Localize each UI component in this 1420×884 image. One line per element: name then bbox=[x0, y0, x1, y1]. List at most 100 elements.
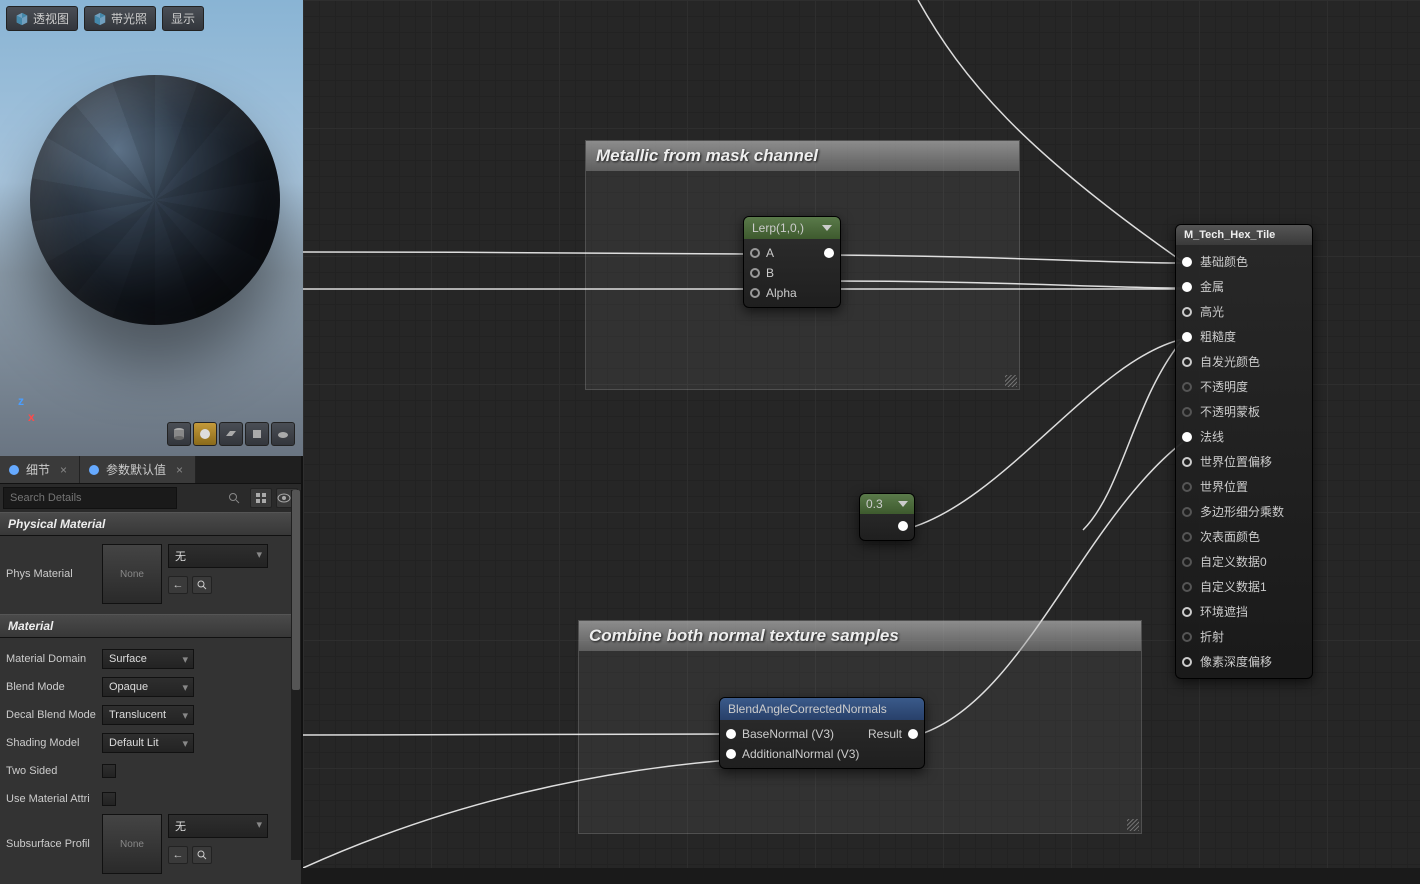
pin-out[interactable] bbox=[898, 521, 908, 531]
result-pin[interactable] bbox=[1182, 407, 1192, 417]
close-icon[interactable]: × bbox=[60, 463, 67, 477]
result-pin[interactable] bbox=[1182, 632, 1192, 642]
result-pin-row[interactable]: 世界位置偏移 bbox=[1182, 449, 1306, 474]
result-pin[interactable] bbox=[1182, 607, 1192, 617]
search-icon bbox=[228, 492, 240, 504]
result-pin[interactable] bbox=[1182, 357, 1192, 367]
chevron-down-icon[interactable] bbox=[822, 225, 832, 231]
use-selected-button[interactable]: ← bbox=[168, 846, 188, 864]
result-pin[interactable] bbox=[1182, 482, 1192, 492]
result-pin[interactable] bbox=[1182, 557, 1192, 567]
shading-model-dropdown[interactable]: Default Lit bbox=[102, 733, 194, 753]
comment-normals-title: Combine both normal texture samples bbox=[579, 621, 1141, 651]
phys-material-dropdown[interactable]: 无 bbox=[168, 544, 268, 568]
result-pin-row[interactable]: 次表面颜色 bbox=[1182, 524, 1306, 549]
browse-button[interactable] bbox=[192, 846, 212, 864]
use-material-attr-checkbox[interactable] bbox=[102, 792, 116, 806]
result-pin-row[interactable]: 世界位置 bbox=[1182, 474, 1306, 499]
result-pin-label: 像素深度偏移 bbox=[1200, 653, 1272, 670]
axis-x-label: x bbox=[28, 410, 35, 424]
material-domain-dropdown[interactable]: Surface bbox=[102, 649, 194, 669]
pin-additionalnormal[interactable] bbox=[726, 749, 736, 759]
shape-cylinder-button[interactable] bbox=[167, 422, 191, 446]
result-pin-row[interactable]: 粗糙度 bbox=[1182, 324, 1306, 349]
material-result-node[interactable]: M_Tech_Hex_Tile 基础颜色金属高光粗糙度自发光颜色不透明度不透明蒙… bbox=[1175, 224, 1313, 679]
perspective-button[interactable]: 透视图 bbox=[6, 6, 78, 31]
use-selected-button[interactable]: ← bbox=[168, 576, 188, 594]
show-button[interactable]: 显示 bbox=[162, 6, 204, 31]
shape-cube-button[interactable] bbox=[245, 422, 269, 446]
shape-plane-button[interactable] bbox=[219, 422, 243, 446]
result-pin[interactable] bbox=[1182, 257, 1192, 267]
pin-b-label: B bbox=[766, 266, 774, 280]
close-icon[interactable]: × bbox=[176, 463, 183, 477]
pin-a[interactable] bbox=[750, 248, 760, 258]
result-pin-row[interactable]: 基础颜色 bbox=[1182, 249, 1306, 274]
grid-view-button[interactable] bbox=[250, 488, 272, 508]
lerp-node[interactable]: Lerp(1,0,) A B Alpha bbox=[743, 216, 841, 308]
result-pin[interactable] bbox=[1182, 507, 1192, 517]
result-pin-row[interactable]: 金属 bbox=[1182, 274, 1306, 299]
browse-button[interactable] bbox=[192, 576, 212, 594]
result-pin-row[interactable]: 自定义数据1 bbox=[1182, 574, 1306, 599]
material-viewport[interactable]: 透视图 带光照 显示 z x bbox=[0, 0, 303, 456]
pin-basenormal-label: BaseNormal (V3) bbox=[742, 727, 834, 741]
result-pin[interactable] bbox=[1182, 332, 1192, 342]
shape-sphere-button[interactable] bbox=[193, 422, 217, 446]
pin-b[interactable] bbox=[750, 268, 760, 278]
result-pin-row[interactable]: 折射 bbox=[1182, 624, 1306, 649]
result-pin[interactable] bbox=[1182, 307, 1192, 317]
shape-mesh-button[interactable] bbox=[271, 422, 295, 446]
section-material[interactable]: Material bbox=[0, 614, 301, 638]
pin-alpha[interactable] bbox=[750, 288, 760, 298]
tab-param-defaults[interactable]: 参数默认值 × bbox=[80, 456, 196, 483]
phys-mat-body: Phys Material None 无 ← bbox=[0, 536, 301, 614]
result-pin-row[interactable]: 法线 bbox=[1182, 424, 1306, 449]
decal-blend-dropdown[interactable]: Translucent bbox=[102, 705, 194, 725]
scrollbar-thumb[interactable] bbox=[292, 490, 300, 690]
blend-normals-node[interactable]: BlendAngleCorrectedNormals BaseNormal (V… bbox=[719, 697, 925, 769]
result-pin-row[interactable]: 像素深度偏移 bbox=[1182, 649, 1306, 674]
two-sided-checkbox[interactable] bbox=[102, 764, 116, 778]
result-pin-row[interactable]: 不透明度 bbox=[1182, 374, 1306, 399]
result-pin-row[interactable]: 多边形细分乘数 bbox=[1182, 499, 1306, 524]
chevron-down-icon[interactable] bbox=[898, 501, 908, 507]
blend-mode-dropdown[interactable]: Opaque bbox=[102, 677, 194, 697]
result-pin-row[interactable]: 自发光颜色 bbox=[1182, 349, 1306, 374]
result-pin[interactable] bbox=[1182, 532, 1192, 542]
use-material-attr-label: Use Material Attri bbox=[6, 793, 102, 805]
result-pin[interactable] bbox=[1182, 457, 1192, 467]
result-pin-row[interactable]: 环境遮挡 bbox=[1182, 599, 1306, 624]
section-physical-material[interactable]: Physical Material bbox=[0, 512, 301, 536]
subsurface-label: Subsurface Profil bbox=[6, 838, 102, 850]
result-pin-row[interactable]: 高光 bbox=[1182, 299, 1306, 324]
material-body: Material DomainSurface Blend ModeOpaque … bbox=[0, 638, 301, 884]
comment-metallic-title: Metallic from mask channel bbox=[586, 141, 1019, 171]
subsurface-thumb[interactable]: None bbox=[102, 814, 162, 874]
tab-details[interactable]: 细节 × bbox=[0, 456, 80, 483]
lit-button[interactable]: 带光照 bbox=[84, 6, 156, 31]
pin-out[interactable] bbox=[824, 248, 834, 258]
constant-node[interactable]: 0.3 bbox=[859, 493, 915, 541]
result-pin[interactable] bbox=[1182, 657, 1192, 667]
params-icon bbox=[88, 464, 100, 476]
search-input[interactable] bbox=[3, 487, 177, 509]
result-pin[interactable] bbox=[1182, 382, 1192, 392]
phys-material-thumb[interactable]: None bbox=[102, 544, 162, 604]
resize-grip-icon[interactable] bbox=[1127, 819, 1139, 831]
preview-shape-buttons bbox=[167, 422, 295, 446]
pin-result[interactable] bbox=[908, 729, 918, 739]
details-scrollbar[interactable] bbox=[291, 490, 301, 860]
result-pin[interactable] bbox=[1182, 282, 1192, 292]
resize-grip-icon[interactable] bbox=[1005, 375, 1017, 387]
teapot-icon bbox=[276, 427, 290, 441]
result-pin[interactable] bbox=[1182, 432, 1192, 442]
result-pin-row[interactable]: 自定义数据0 bbox=[1182, 549, 1306, 574]
result-pin-row[interactable]: 不透明蒙板 bbox=[1182, 399, 1306, 424]
material-graph[interactable]: Metallic from mask channel Lerp(1,0,) A … bbox=[303, 0, 1420, 868]
subsurface-dropdown[interactable]: 无 bbox=[168, 814, 268, 838]
result-pin[interactable] bbox=[1182, 582, 1192, 592]
eye-icon bbox=[277, 493, 291, 503]
pin-basenormal[interactable] bbox=[726, 729, 736, 739]
perspective-label: 透视图 bbox=[33, 10, 69, 27]
